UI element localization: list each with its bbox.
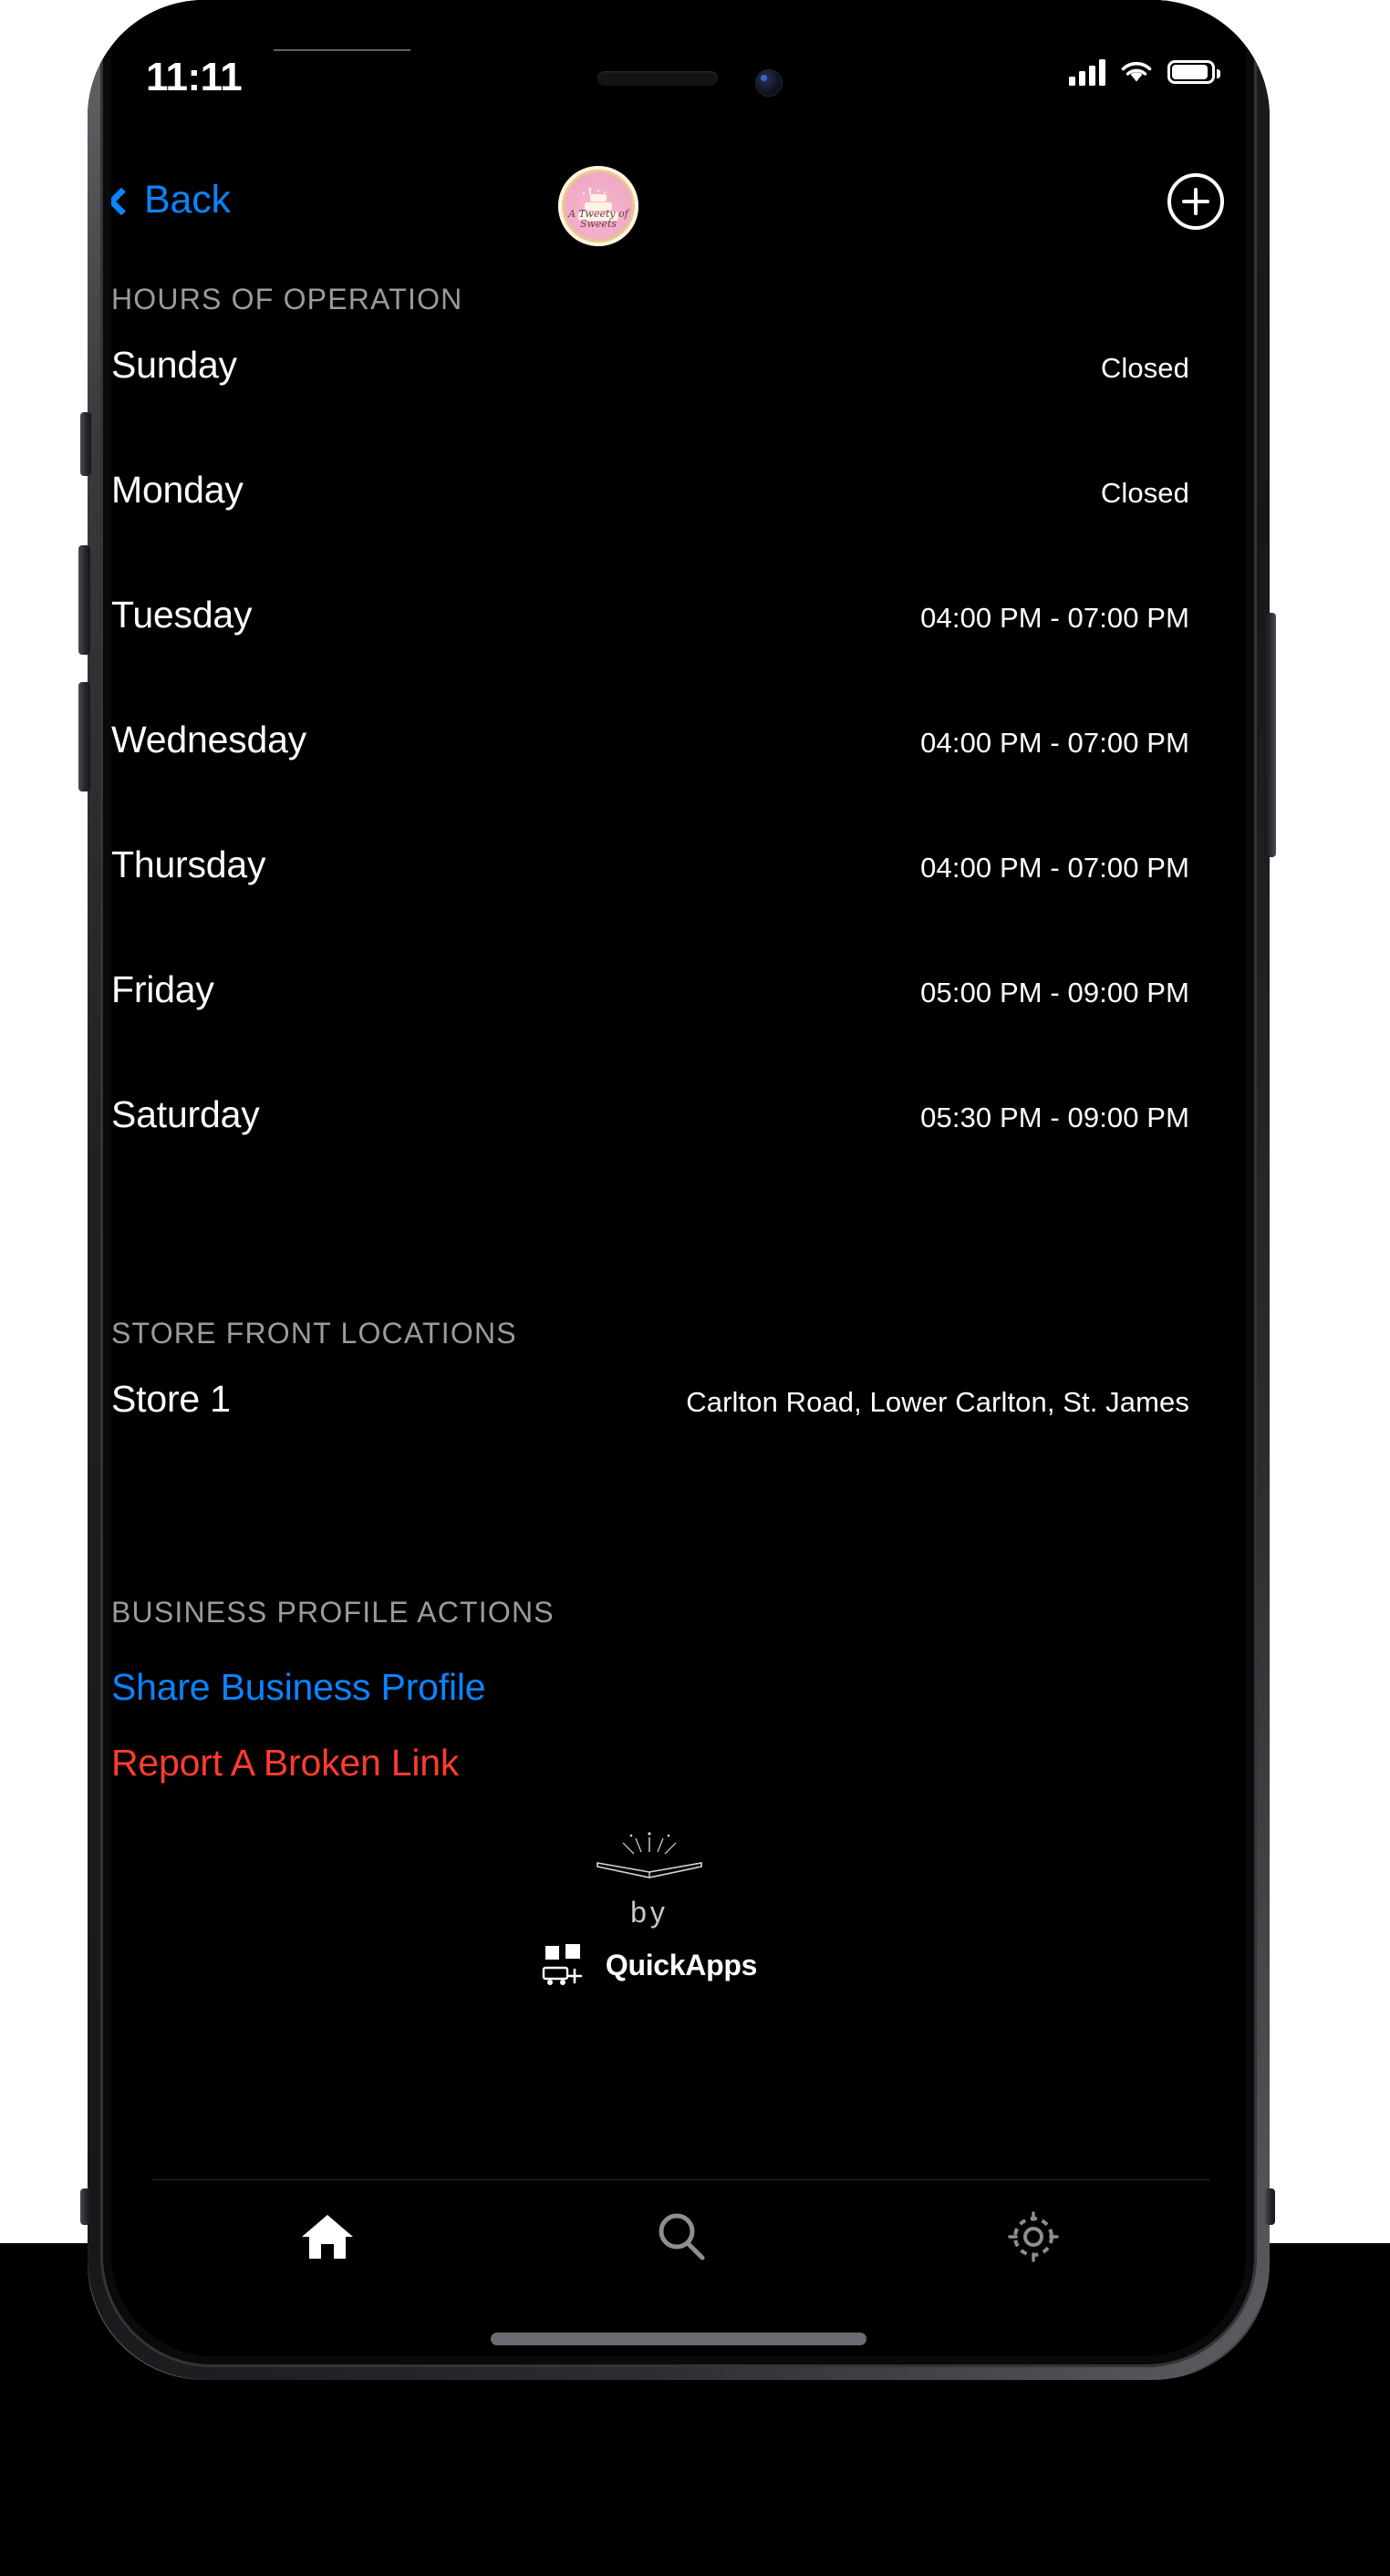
home-icon xyxy=(302,2215,354,2259)
hours-rows: Sunday Closed Monday Closed Tuesday 04:00 PM … xyxy=(111,344,1246,1218)
power-button[interactable] xyxy=(1264,613,1276,857)
actions-section-header: BUSINESS PROFILE ACTIONS xyxy=(111,1596,555,1629)
list-row[interactable]: Sunday Closed xyxy=(111,344,1246,469)
hours-value: Closed xyxy=(1100,477,1189,509)
day-label: Friday xyxy=(111,968,214,1010)
hours-value: 04:00 PM - 07:00 PM xyxy=(920,602,1189,634)
tab-search[interactable] xyxy=(504,2180,857,2293)
store-label: Store 1 xyxy=(111,1378,231,1420)
back-button[interactable]: Back xyxy=(111,178,231,222)
list-row[interactable]: Tuesday 04:00 PM - 07:00 PM xyxy=(111,594,1246,719)
store-address: Carlton Road, Lower Carlton, St. James xyxy=(686,1386,1189,1418)
battery-fill xyxy=(1172,65,1208,79)
back-button-label: Back xyxy=(144,178,231,222)
main-content: HOURS OF OPERATION Sunday Closed Monday Clo… xyxy=(111,283,1246,1986)
cellular-signal-icon xyxy=(1069,58,1105,86)
tab-bar xyxy=(151,2180,1209,2293)
hours-value: 05:30 PM - 09:00 PM xyxy=(920,1102,1189,1133)
open-book-icon xyxy=(596,1832,702,1878)
volume-down-button[interactable] xyxy=(78,682,90,791)
frame-antenna-right xyxy=(1265,2188,1275,2225)
navigation-bar: Back A Tweety of Sweets xyxy=(111,166,1246,269)
mute-switch[interactable] xyxy=(80,412,91,476)
wifi-icon xyxy=(1121,61,1152,82)
day-label: Wednesday xyxy=(111,719,306,760)
day-label: Sunday xyxy=(111,344,237,386)
frame-antenna-left xyxy=(80,2188,90,2225)
tab-home[interactable] xyxy=(151,2180,504,2293)
home-indicator[interactable] xyxy=(491,2333,866,2345)
phone-mockup: 11:11 Back A Tweety of Sweets HOURS OF O… xyxy=(88,0,1270,2380)
quickapps-logo-icon xyxy=(542,1944,583,1985)
list-row[interactable]: Monday Closed xyxy=(111,469,1246,594)
avatar-script-line2: Sweets xyxy=(579,218,617,231)
chevron-left-icon xyxy=(111,186,136,216)
volume-up-button[interactable] xyxy=(78,545,90,655)
status-icons xyxy=(1069,58,1220,86)
status-time: 11:11 xyxy=(146,55,243,99)
day-label: Tuesday xyxy=(111,594,253,636)
day-label: Saturday xyxy=(111,1093,260,1135)
location-rows: Store 1 Carlton Road, Lower Carlton, St. … xyxy=(111,1378,1246,1503)
list-row[interactable]: Thursday 04:00 PM - 07:00 PM xyxy=(111,843,1246,968)
phone-screen: 11:11 Back A Tweety of Sweets HOURS OF O… xyxy=(111,0,1246,2356)
plus-icon-vertical xyxy=(1194,188,1198,215)
locations-section-header: STORE FRONT LOCATIONS xyxy=(111,1317,517,1350)
brand-avatar[interactable]: A Tweety of Sweets xyxy=(558,166,638,246)
quickapps-branding[interactable]: QuickApps xyxy=(542,1944,757,1986)
tab-settings[interactable] xyxy=(856,2180,1209,2293)
battery-icon xyxy=(1167,60,1220,84)
hours-value: Closed xyxy=(1100,352,1189,384)
list-row[interactable]: Store 1 Carlton Road, Lower Carlton, St. … xyxy=(111,1378,1246,1503)
status-bar: 11:11 xyxy=(111,55,1246,108)
hours-value: 04:00 PM - 07:00 PM xyxy=(920,727,1189,759)
search-icon xyxy=(659,2213,705,2260)
list-row[interactable]: Wednesday 04:00 PM - 07:00 PM xyxy=(111,719,1246,843)
list-row[interactable]: Saturday 05:30 PM - 09:00 PM xyxy=(111,1093,1246,1218)
top-hairline xyxy=(274,49,410,51)
footer-branding: by QuickApps xyxy=(111,1825,1188,1986)
hours-value: 04:00 PM - 07:00 PM xyxy=(920,852,1189,884)
hours-value: 05:00 PM - 09:00 PM xyxy=(920,977,1189,1009)
day-label: Thursday xyxy=(111,843,266,885)
hours-section-header: HOURS OF OPERATION xyxy=(111,283,463,316)
screenshot-root: 11:11 Back A Tweety of Sweets HOURS OF O… xyxy=(0,0,1390,2576)
by-label: by xyxy=(630,1896,669,1929)
app-screen: 11:11 Back A Tweety of Sweets HOURS OF O… xyxy=(111,0,1246,2356)
gear-icon xyxy=(1007,2211,1059,2262)
add-button[interactable] xyxy=(1167,173,1224,230)
list-row[interactable]: Friday 05:00 PM - 09:00 PM xyxy=(111,968,1246,1093)
share-business-profile-link[interactable]: Share Business Profile xyxy=(111,1666,1246,1709)
avatar-script-text: A Tweety of Sweets xyxy=(558,209,638,230)
day-label: Monday xyxy=(111,469,244,511)
report-broken-link[interactable]: Report A Broken Link xyxy=(111,1742,1246,1785)
quickapps-name: QuickApps xyxy=(605,1948,758,1981)
